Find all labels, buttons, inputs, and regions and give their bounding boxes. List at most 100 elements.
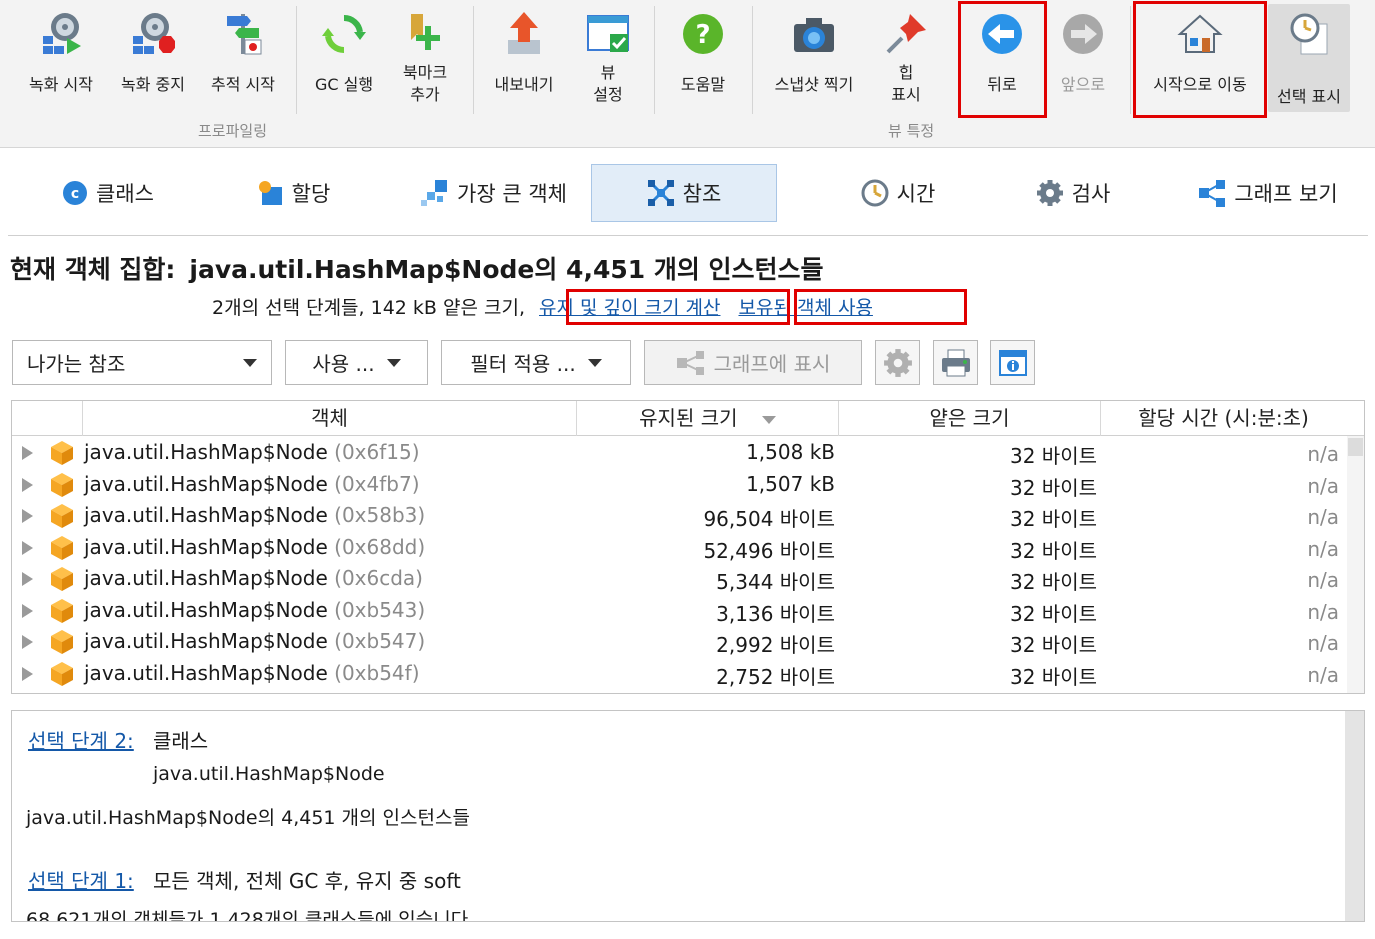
tab-time[interactable]: 시간 [808,164,988,222]
table-row[interactable]: java.util.HashMap$Node (0x68dd) 52,496 바이… [12,532,1347,564]
column-header-shallow-size[interactable]: 얕은 크기 [838,401,1100,436]
table-row[interactable]: java.util.HashMap$Node (0xb543) 3,136 바이트… [12,595,1347,627]
tab-biggest-objects[interactable]: 가장 큰 객체 [398,164,588,222]
retained-size-cell: 1,507 kB [746,471,835,496]
selection-step-1-link[interactable]: 선택 단계 1: [28,865,134,894]
graph-icon [1199,180,1226,207]
selection-step-2-link[interactable]: 선택 단계 2: [28,725,134,754]
table-row[interactable]: java.util.HashMap$Node (0x58b3) 96,504 바이… [12,500,1347,532]
table-row[interactable]: java.util.HashMap$Node (0x6cda) 5,344 바이트… [12,563,1347,595]
object-table: 객체 유지된 크기 얕은 크기 할당 시간 (시:분:초) java.util.… [11,400,1365,694]
tab-classes[interactable]: c 클래스 [18,164,198,222]
tab-allocations-label: 할당 [291,182,331,206]
show-in-graph-button[interactable]: 그래프에 표시 [644,340,862,385]
show-selection-button[interactable]: 선택 표시 [1268,4,1350,112]
retained-size-cell: 2,752 바이트 [716,664,835,689]
expand-arrow-icon[interactable] [22,666,33,681]
table-row[interactable]: java.util.HashMap$Node (0xb547) 2,992 바이트… [12,626,1347,658]
print-button[interactable] [933,340,978,385]
allocation-time-cell: n/a [1307,536,1339,561]
forward-button[interactable]: 앞으로 [1044,4,1122,116]
help-icon: ? [683,14,723,54]
toolbar-separator [1130,6,1131,114]
pin-icon [886,14,926,54]
object-address: (0x58b3) [334,503,426,527]
biggest-objects-icon [421,180,448,206]
view-settings-button[interactable]: 뷰 설정 [572,4,644,116]
help-button[interactable]: ? 도움말 [660,4,746,116]
expand-arrow-icon[interactable] [22,477,33,492]
allocation-time-cell: n/a [1307,473,1339,498]
current-set-prefix: 현재 객체 집합: [10,255,176,284]
expand-arrow-icon[interactable] [22,509,33,523]
tab-references[interactable]: 참조 [591,164,777,222]
go-to-start-button[interactable]: 시작으로 이동 [1138,4,1262,116]
use-retained-objects-link[interactable]: 보유된 객체 사용 [734,293,876,320]
shallow-size-cell: 32 바이트 [1009,475,1097,500]
back-button[interactable]: 뒤로 [962,4,1042,116]
column-header-retained-size[interactable]: 유지된 크기 [576,401,838,436]
expand-arrow-icon[interactable] [22,572,33,586]
export-button[interactable]: 내보내기 [480,4,568,116]
tab-inspections-label: 검사 [1071,182,1111,206]
column-header-object[interactable]: 객체 [82,401,576,436]
back-label: 뒤로 [987,75,1017,94]
table-scrollbar[interactable] [1347,436,1364,693]
object-address: (0x6f15) [334,440,420,464]
current-set-title: java.util.HashMap$Node의 4,451 개의 인스턴스들 [189,255,824,284]
record-start-button[interactable]: 녹화 시작 [16,4,106,116]
shallow-size-cell: 32 바이트 [1009,507,1097,531]
expand-arrow-icon[interactable] [22,603,33,618]
show-in-graph-label: 그래프에 표시 [713,352,831,376]
reference-type-select[interactable]: 나가는 참조 [12,340,272,385]
object-cube-icon [51,472,73,497]
expand-arrow-icon[interactable] [22,540,33,555]
allocation-time-cell: n/a [1307,599,1339,624]
add-bookmark-button[interactable]: 북마크 추가 [386,4,464,116]
tab-allocations[interactable]: 할당 [208,164,378,222]
info-button[interactable] [990,340,1035,385]
object-cube-icon [51,504,73,528]
expand-arrow-icon[interactable] [22,635,33,649]
selection-steps-panel: 선택 단계 2: 클래스 java.util.HashMap$Node java… [11,710,1365,922]
view-settings-label: 뷰 설정 [593,63,623,104]
gc-run-button[interactable]: GC 실행 [302,4,386,116]
retained-size-cell: 3,136 바이트 [716,601,835,626]
selection-step-2-summary: java.util.HashMap$Node의 4,451 개의 인스턴스들 [26,807,470,829]
allocation-icon [258,181,282,205]
camera-icon [794,18,834,52]
summary-text: 2개의 선택 단계들, 142 kB 얕은 크기, [212,297,525,319]
table-row[interactable]: java.util.HashMap$Node (0x4fb7) 1,507 kB 3… [12,469,1347,501]
use-menu-button[interactable]: 사용 ... [285,340,428,385]
table-row[interactable]: java.util.HashMap$Node (0x6f15) 1,508 kB 3… [12,437,1347,469]
gear-icon [1036,180,1063,206]
track-start-button[interactable]: 추적 시작 [198,4,288,116]
export-label: 내보내기 [494,75,554,94]
shallow-size-cell: 32 바이트 [1009,538,1097,563]
allocation-time-cell: n/a [1307,568,1339,592]
show-heap-label: 힙 표시 [891,63,921,104]
take-snapshot-button[interactable]: 스냅샷 찍기 [760,4,868,116]
tab-inspections[interactable]: 검사 [998,164,1148,222]
view-settings-icon [587,15,629,52]
show-heap-button[interactable]: 힙 표시 [870,4,942,116]
details-scrollbar[interactable] [1345,711,1364,921]
gc-run-label: GC 실행 [314,75,374,94]
allocation-time-cell: n/a [1307,662,1339,687]
go-to-start-label: 시작으로 이동 [1153,75,1247,94]
record-stop-button[interactable]: 녹화 중지 [108,4,198,116]
table-header: 객체 유지된 크기 얕은 크기 할당 시간 (시:분:초) [12,401,1364,436]
sort-descending-icon [761,415,776,424]
expand-arrow-icon[interactable] [22,446,33,460]
filter-menu-button[interactable]: 필터 적용 ... [441,340,631,385]
refresh-icon [322,14,366,54]
tab-graph-view[interactable]: 그래프 보기 [1178,164,1358,222]
ribbon-toolbar: 녹화 시작 녹화 중지 추적 시작 GC 실행 북마크 추가 프로파일링 내보내… [0,0,1375,148]
settings-button[interactable] [875,340,920,385]
calculate-sizes-link[interactable]: 유지 및 깊이 크기 계산 [535,293,724,320]
table-row[interactable]: java.util.HashMap$Node (0xb54f) 2,752 바이트… [12,658,1347,690]
object-address: (0xb54f) [334,660,420,685]
table-scrollbar-thumb[interactable] [1348,438,1363,456]
toolbar-separator [752,6,753,114]
column-header-allocation-time[interactable]: 할당 시간 (시:분:초) [1100,401,1346,436]
